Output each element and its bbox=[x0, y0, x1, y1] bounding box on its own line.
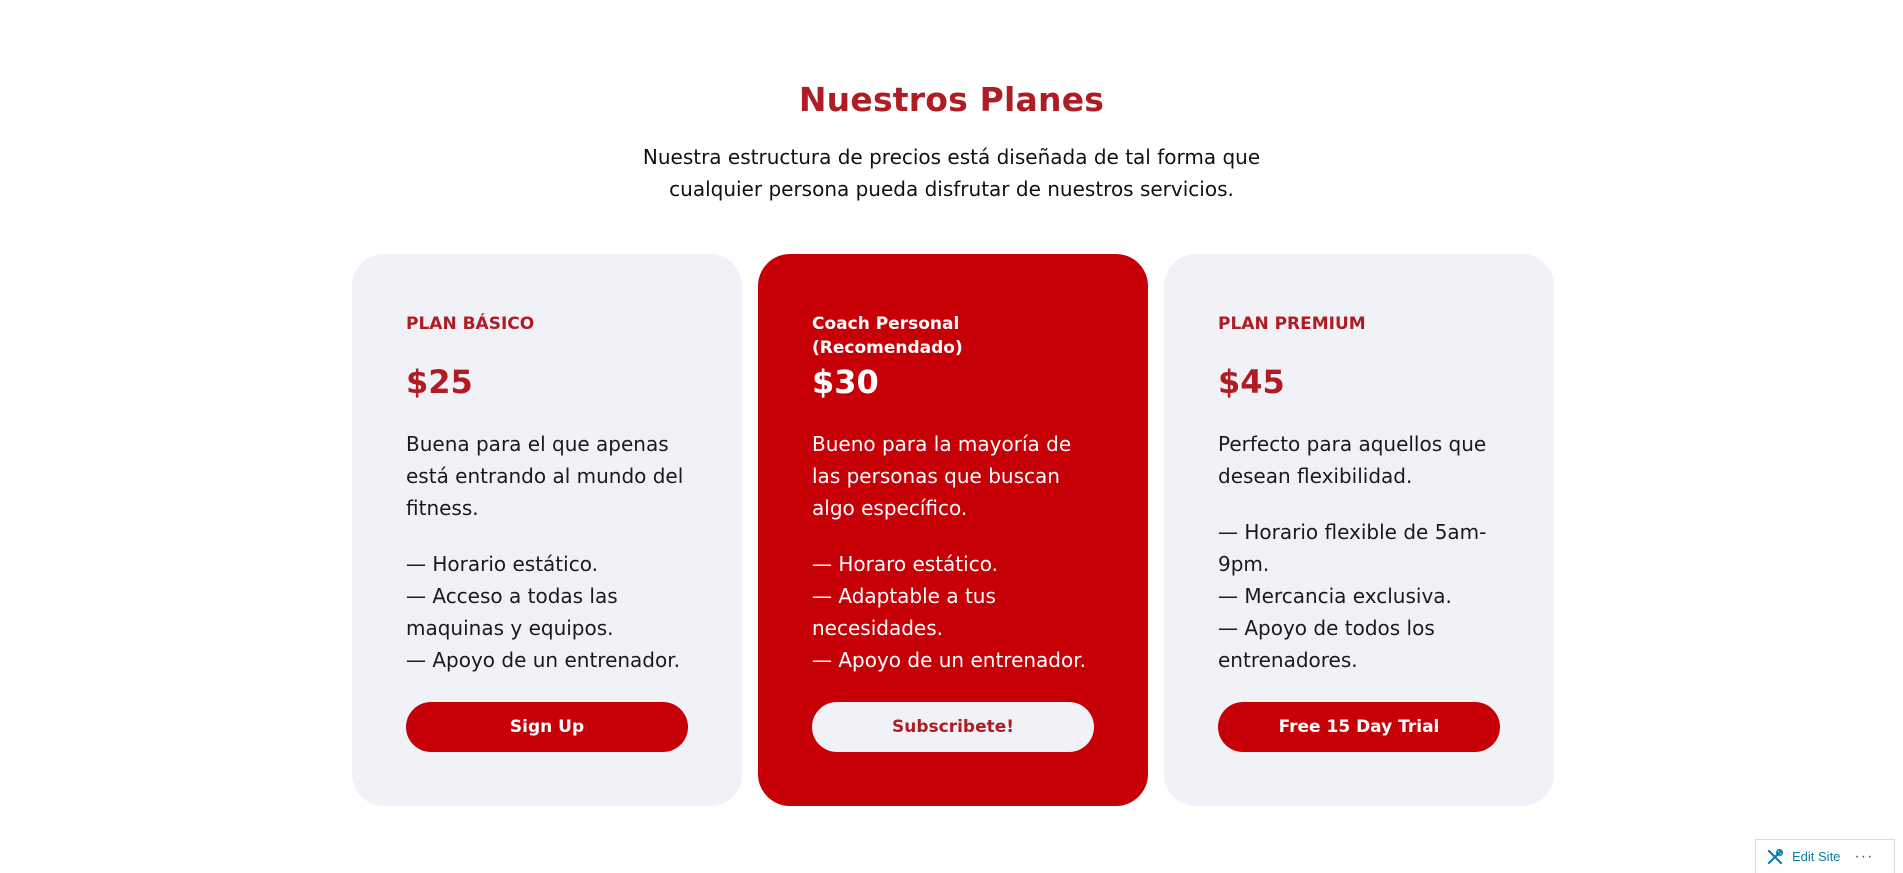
plan-features: — Horario estático. — Acceso a todas las… bbox=[406, 548, 688, 676]
plan-price: $30 bbox=[812, 363, 879, 401]
pricing-header: Nuestros Planes Nuestra estructura de pr… bbox=[0, 80, 1903, 205]
plan-price: $25 bbox=[406, 363, 473, 401]
feature-item: — Horaro estático. bbox=[812, 552, 998, 576]
plan-name: Coach Personal (Recomendado) bbox=[812, 314, 963, 358]
free-trial-button[interactable]: Free 15 Day Trial bbox=[1218, 702, 1500, 752]
plan-description: Perfecto para aquellos que desean flexib… bbox=[1218, 432, 1487, 488]
plan-price: $45 bbox=[1218, 363, 1285, 401]
feature-item: — Horario flexible de 5am-9pm. bbox=[1218, 520, 1487, 576]
tools-icon[interactable] bbox=[1766, 848, 1784, 866]
feature-item: — Apoyo de un entrenador. bbox=[812, 648, 1086, 672]
feature-item: — Acceso a todas las maquinas y equipos. bbox=[406, 584, 618, 640]
feature-item: — Apoyo de todos los entrenadores. bbox=[1218, 616, 1435, 672]
plan-description: Buena para el que apenas está entrando a… bbox=[406, 432, 684, 520]
section-title: Nuestros Planes bbox=[798, 80, 1105, 119]
section-subtitle: Nuestra estructura de precios está diseñ… bbox=[642, 145, 1261, 201]
plan-card-coach: Coach Personal (Recomendado) $30 Bueno p… bbox=[758, 254, 1148, 806]
feature-item: — Adaptable a tus necesidades. bbox=[812, 584, 996, 640]
feature-item: — Apoyo de un entrenador. bbox=[406, 648, 680, 672]
admin-edit-bar: Edit Site ··· bbox=[1755, 839, 1895, 873]
pricing-cards: PLAN BÁSICO $25 Buena para el que apenas… bbox=[352, 254, 1554, 806]
plan-card-premium: PLAN PREMIUM $45 Perfecto para aquellos … bbox=[1164, 254, 1554, 806]
edit-site-link[interactable]: Edit Site bbox=[1792, 849, 1840, 864]
pricing-page: Nuestros Planes Nuestra estructura de pr… bbox=[0, 0, 1903, 873]
subscribe-button[interactable]: Subscribete! bbox=[812, 702, 1094, 752]
feature-item: — Horario estático. bbox=[406, 552, 598, 576]
plan-description: Bueno para la mayoría de las personas qu… bbox=[812, 432, 1072, 520]
plan-name: PLAN BÁSICO bbox=[406, 314, 535, 334]
sign-up-button[interactable]: Sign Up bbox=[406, 702, 688, 752]
ellipsis-icon[interactable]: ··· bbox=[1854, 848, 1873, 866]
plan-features: — Horaro estático. — Adaptable a tus nec… bbox=[812, 548, 1094, 676]
plan-features: — Horario flexible de 5am-9pm. — Mercanc… bbox=[1218, 516, 1500, 676]
feature-item: — Mercancia exclusiva. bbox=[1218, 584, 1452, 608]
plan-name: PLAN PREMIUM bbox=[1218, 314, 1366, 334]
plan-card-basic: PLAN BÁSICO $25 Buena para el que apenas… bbox=[352, 254, 742, 806]
